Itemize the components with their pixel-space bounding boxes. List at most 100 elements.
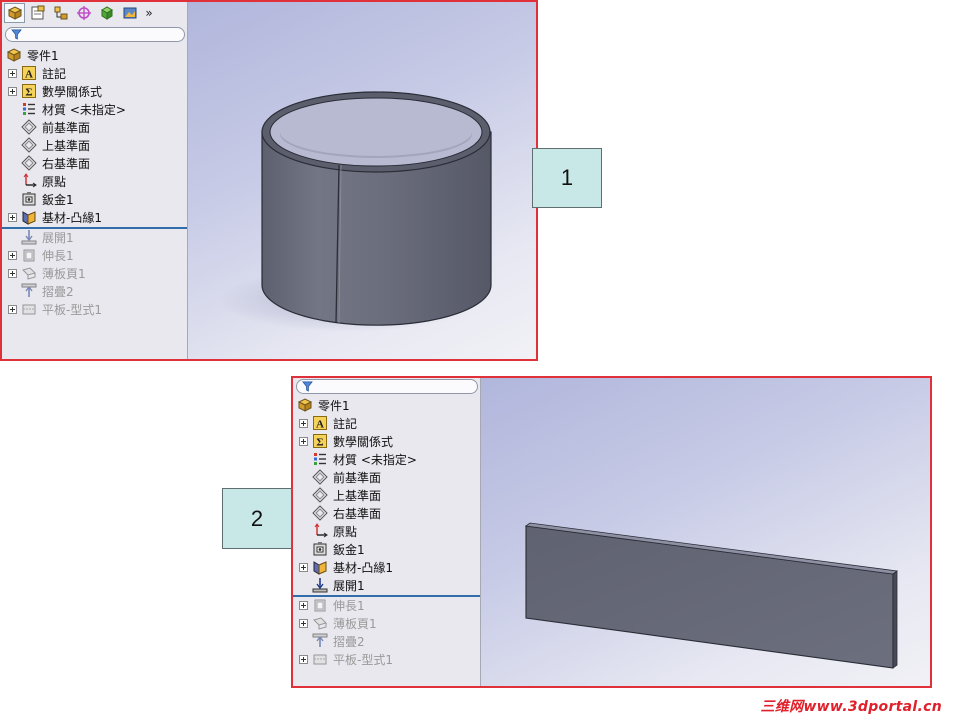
tree-item-top-plane[interactable]: 上基準面 (2, 136, 187, 154)
equations-icon: Σ (20, 83, 38, 99)
tree-item-extrude[interactable]: 伸長1 (2, 246, 187, 264)
expand-icon[interactable] (8, 212, 17, 222)
tree-item-label: 原點 (42, 174, 67, 189)
tree-root-part[interactable]: 零件1 (2, 46, 187, 64)
expand-icon[interactable] (299, 562, 308, 572)
plane-icon (20, 137, 38, 153)
part-icon (5, 47, 23, 63)
expand-icon[interactable] (8, 250, 17, 260)
feature-tree: 零件1 A 註記 Σ 數學關係式 材質 <未指定> 前基準面 上基準面 右基準面… (293, 396, 480, 668)
tree-item-label: 上基準面 (42, 138, 91, 153)
tree-filter-input[interactable] (5, 27, 185, 42)
plane-icon (20, 155, 38, 171)
more-tabs-chevron-icon[interactable]: » (142, 3, 156, 23)
tree-item-tab[interactable]: 薄板頁1 (293, 614, 480, 632)
tree-root-label: 零件1 (318, 398, 350, 413)
part-icon (296, 397, 314, 413)
fold-icon (20, 283, 38, 299)
graphics-viewport[interactable] (188, 2, 536, 359)
expand-icon[interactable] (299, 618, 308, 628)
plane-icon (311, 505, 329, 521)
tree-item-right-plane[interactable]: 右基準面 (293, 504, 480, 522)
base-flange-icon (311, 559, 329, 575)
tree-item-flat-pattern[interactable]: 平板-型式1 (293, 650, 480, 668)
svg-text:Σ: Σ (25, 87, 32, 99)
tree-item-tab[interactable]: 薄板頁1 (2, 264, 187, 282)
feature-manager-panel: 零件1 A 註記 Σ 數學關係式 材質 <未指定> 前基準面 上基準面 右基準面… (293, 378, 481, 686)
filter-icon (302, 381, 313, 392)
feature-tree: 零件1 A 註記 Σ 數學關係式 材質 <未指定> 前基準面 上基準面 右基準面… (2, 46, 187, 318)
tree-item-material[interactable]: 材質 <未指定> (293, 450, 480, 468)
tree-root-label: 零件1 (27, 48, 59, 63)
tree-item-label: 平板-型式1 (333, 652, 393, 667)
origin-icon (20, 173, 38, 189)
tree-item-top-plane[interactable]: 上基準面 (293, 486, 480, 504)
annotation-icon: A (311, 415, 329, 431)
tree-item-label: 註記 (333, 416, 358, 431)
property-manager-tab[interactable] (27, 3, 48, 23)
tree-item-fold[interactable]: 摺疊2 (293, 632, 480, 650)
tree-item-annotations[interactable]: A 註記 (293, 414, 480, 432)
plane-icon (311, 469, 329, 485)
tree-item-base-flange[interactable]: 基材-凸緣1 (293, 558, 480, 576)
feature-manager-panel: » 零件1 A 註記 Σ 數學關係式 材質 <未指定> 前基準面 上基準面 右基… (2, 2, 188, 359)
tree-item-label: 材質 <未指定> (333, 452, 417, 467)
callout-label-2: 2 (222, 488, 292, 549)
feature-manager-tab[interactable] (4, 3, 25, 23)
tree-item-label: 鈑金1 (333, 542, 365, 557)
tree-item-front-plane[interactable]: 前基準面 (2, 118, 187, 136)
tree-item-label: 數學關係式 (42, 84, 103, 99)
tree-item-base-flange[interactable]: 基材-凸緣1 (2, 208, 187, 226)
expand-icon[interactable] (8, 68, 17, 78)
tree-item-flat-pattern[interactable]: 平板-型式1 (2, 300, 187, 318)
tree-item-label: 鈑金1 (42, 192, 74, 207)
tree-item-label: 前基準面 (42, 120, 91, 135)
tree-item-label: 伸長1 (42, 248, 74, 263)
tree-item-extrude[interactable]: 伸長1 (293, 596, 480, 614)
configuration-manager-tab[interactable] (50, 3, 71, 23)
expand-icon[interactable] (299, 418, 308, 428)
dimxpert-manager-tab[interactable] (73, 3, 94, 23)
tree-item-equations[interactable]: Σ 數學關係式 (293, 432, 480, 450)
expand-icon[interactable] (299, 436, 308, 446)
flat-sheetmetal-model[interactable] (481, 378, 932, 686)
tree-item-unfold[interactable]: 展開1 (293, 576, 480, 594)
tree-item-sheetmetal[interactable]: 鈑金1 (2, 190, 187, 208)
tree-item-origin[interactable]: 原點 (293, 522, 480, 540)
expand-icon[interactable] (299, 600, 308, 610)
flat-pattern-icon (311, 651, 329, 667)
tree-item-label: 右基準面 (333, 506, 382, 521)
cylinder-sheetmetal-model[interactable] (188, 2, 538, 359)
tree-item-material[interactable]: 材質 <未指定> (2, 100, 187, 118)
tree-item-sheetmetal[interactable]: 鈑金1 (293, 540, 480, 558)
tree-item-label: 材質 <未指定> (42, 102, 126, 117)
cam-icon (123, 7, 136, 19)
expand-icon[interactable] (8, 268, 17, 278)
expand-icon[interactable] (8, 86, 17, 96)
cam-manager-tab[interactable] (119, 3, 140, 23)
equations-icon: Σ (311, 433, 329, 449)
tree-item-right-plane[interactable]: 右基準面 (2, 154, 187, 172)
display-manager-tab[interactable] (96, 3, 117, 23)
manager-tabs-toolbar: » (2, 2, 187, 24)
expand-icon[interactable] (8, 304, 17, 314)
tree-item-equations[interactable]: Σ 數學關係式 (2, 82, 187, 100)
svg-text:Σ: Σ (316, 437, 323, 449)
tree-item-fold[interactable]: 摺疊2 (2, 282, 187, 300)
tree-item-label: 基材-凸緣1 (333, 560, 393, 575)
tree-item-annotations[interactable]: A 註記 (2, 64, 187, 82)
tree-item-label: 薄板頁1 (42, 266, 86, 281)
expand-icon[interactable] (299, 654, 308, 664)
feature-manager-icon (7, 6, 22, 20)
tree-item-unfold[interactable]: 展開1 (2, 228, 187, 246)
tree-item-label: 註記 (42, 66, 67, 81)
tree-item-label: 摺疊2 (42, 284, 74, 299)
tree-item-label: 薄板頁1 (333, 616, 377, 631)
material-icon (20, 101, 38, 117)
graphics-viewport[interactable] (481, 378, 930, 686)
tree-filter-input[interactable] (296, 379, 478, 394)
tree-item-label: 平板-型式1 (42, 302, 102, 317)
tree-item-front-plane[interactable]: 前基準面 (293, 468, 480, 486)
tree-root-part[interactable]: 零件1 (293, 396, 480, 414)
tree-item-origin[interactable]: 原點 (2, 172, 187, 190)
